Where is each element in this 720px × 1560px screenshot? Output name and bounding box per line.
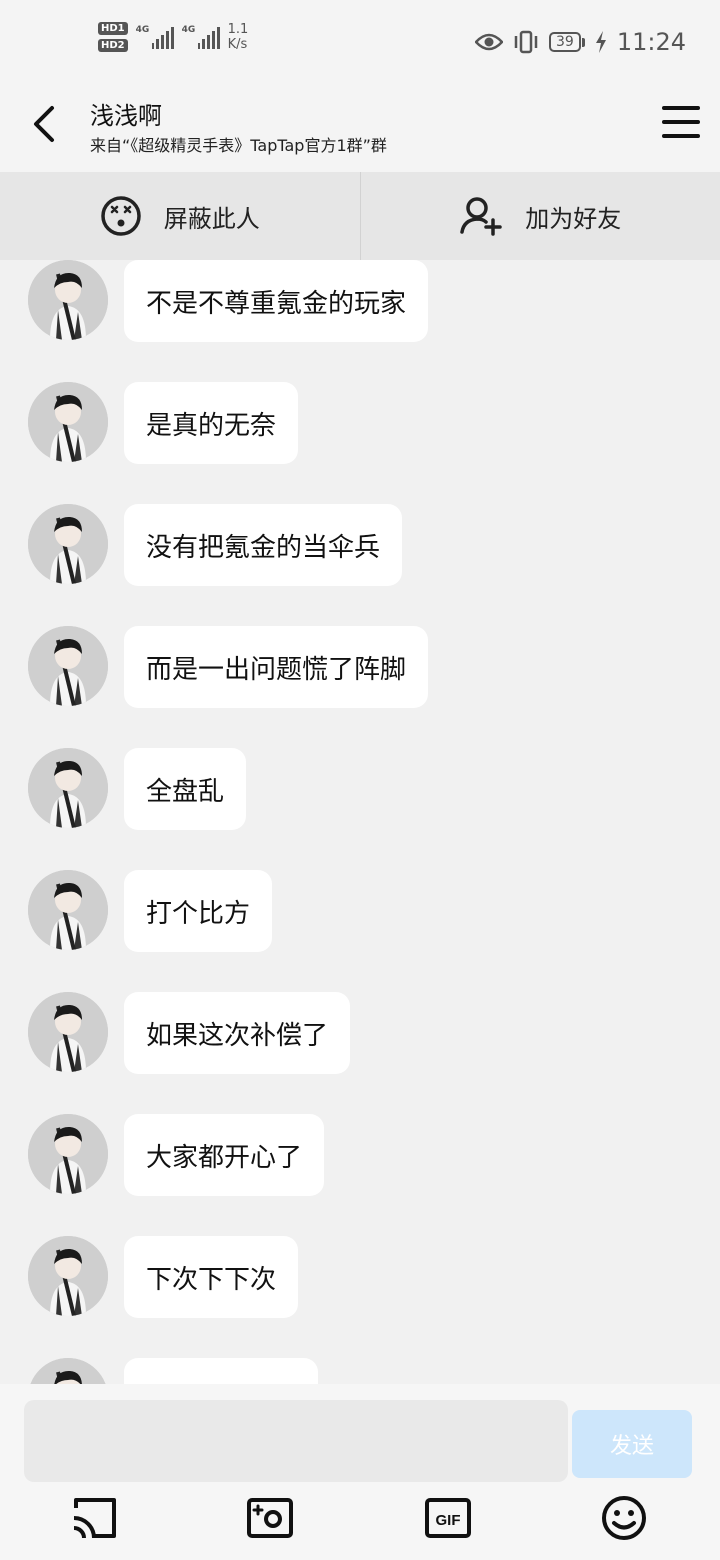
network-indicators: HD1 HD2 4G 4G 1.1 K/s <box>98 22 248 52</box>
message-row <box>28 1358 318 1384</box>
message-row: 全盘乱 <box>28 748 247 830</box>
message-row: 不是不尊重氪金的玩家 <box>28 260 429 342</box>
message-row: 而是一出问题慌了阵脚 <box>28 626 429 708</box>
message-bubble[interactable] <box>124 1358 318 1384</box>
avatar[interactable] <box>28 1114 108 1194</box>
message-row: 大家都开心了 <box>28 1114 325 1196</box>
message-bubble[interactable]: 大家都开心了 <box>124 1114 325 1196</box>
message-bubble[interactable]: 全盘乱 <box>124 748 247 830</box>
message-row: 下次下下次 <box>28 1236 299 1318</box>
battery-icon: 39 <box>549 32 585 52</box>
clock: 11:24 <box>616 28 686 56</box>
block-user-button[interactable]: 屏蔽此人 <box>0 172 360 260</box>
message-input[interactable] <box>24 1400 568 1482</box>
avatar[interactable] <box>28 626 108 706</box>
vibrate-icon <box>514 30 538 54</box>
svg-text:GIF: GIF <box>436 1512 461 1529</box>
group-source: 来自“《超级精灵手表》TapTap官方1群”群 <box>90 136 387 155</box>
send-button[interactable]: 发送 <box>572 1410 692 1478</box>
blocked-face-icon <box>101 196 141 236</box>
add-user-icon <box>460 197 502 236</box>
camera-icon[interactable] <box>246 1494 294 1542</box>
charging-icon <box>595 31 606 53</box>
cast-icon[interactable] <box>70 1494 118 1542</box>
avatar[interactable] <box>28 1358 108 1384</box>
message-bubble[interactable]: 下次下下次 <box>124 1236 299 1318</box>
avatar[interactable] <box>28 748 108 828</box>
emoji-icon[interactable] <box>600 1494 648 1542</box>
network-speed: 1.1 K/s <box>227 22 249 52</box>
composer-toolbar: GIF <box>0 1494 720 1546</box>
message-bubble[interactable]: 是真的无奈 <box>124 382 299 464</box>
message-row: 如果这次补偿了 <box>28 992 351 1074</box>
status-bar: HD1 HD2 4G 4G 1.1 K/s 39 11:24 <box>0 0 720 86</box>
signal-2-icon: 4G <box>182 25 220 49</box>
back-arrow-icon[interactable] <box>28 104 64 144</box>
hd2-badge: HD2 <box>98 39 128 52</box>
action-bar: 屏蔽此人 加为好友 <box>0 172 720 260</box>
message-row: 是真的无奈 <box>28 382 299 464</box>
message-list[interactable]: 不是不尊重氪金的玩家 是真的无奈 没有把氪金的当伞兵 而是一出问题慌了阵脚 全盘… <box>0 260 720 1384</box>
add-friend-label: 加为好友 <box>525 204 622 233</box>
signal-1-icon: 4G <box>136 25 174 49</box>
message-bubble[interactable]: 如果这次补偿了 <box>124 992 351 1074</box>
gif-icon[interactable]: GIF <box>424 1494 472 1542</box>
message-bubble[interactable]: 不是不尊重氪金的玩家 <box>124 260 429 342</box>
chat-header: 浅浅啊 来自“《超级精灵手表》TapTap官方1群”群 <box>0 86 720 172</box>
message-bubble[interactable]: 打个比方 <box>124 870 273 952</box>
message-row: 没有把氪金的当伞兵 <box>28 504 403 586</box>
avatar[interactable] <box>28 870 108 950</box>
contact-name: 浅浅啊 <box>90 102 162 130</box>
avatar[interactable] <box>28 1236 108 1316</box>
add-friend-button[interactable]: 加为好友 <box>359 172 720 260</box>
eye-icon <box>475 33 503 51</box>
hd1-badge: HD1 <box>98 22 128 35</box>
menu-icon[interactable] <box>662 104 700 140</box>
avatar[interactable] <box>28 260 108 340</box>
block-user-label: 屏蔽此人 <box>163 204 260 233</box>
avatar[interactable] <box>28 992 108 1072</box>
composer: 发送 GIF <box>0 1384 720 1560</box>
avatar[interactable] <box>28 382 108 462</box>
message-bubble[interactable]: 没有把氪金的当伞兵 <box>124 504 403 586</box>
message-bubble[interactable]: 而是一出问题慌了阵脚 <box>124 626 429 708</box>
avatar[interactable] <box>28 504 108 584</box>
message-row: 打个比方 <box>28 870 273 952</box>
